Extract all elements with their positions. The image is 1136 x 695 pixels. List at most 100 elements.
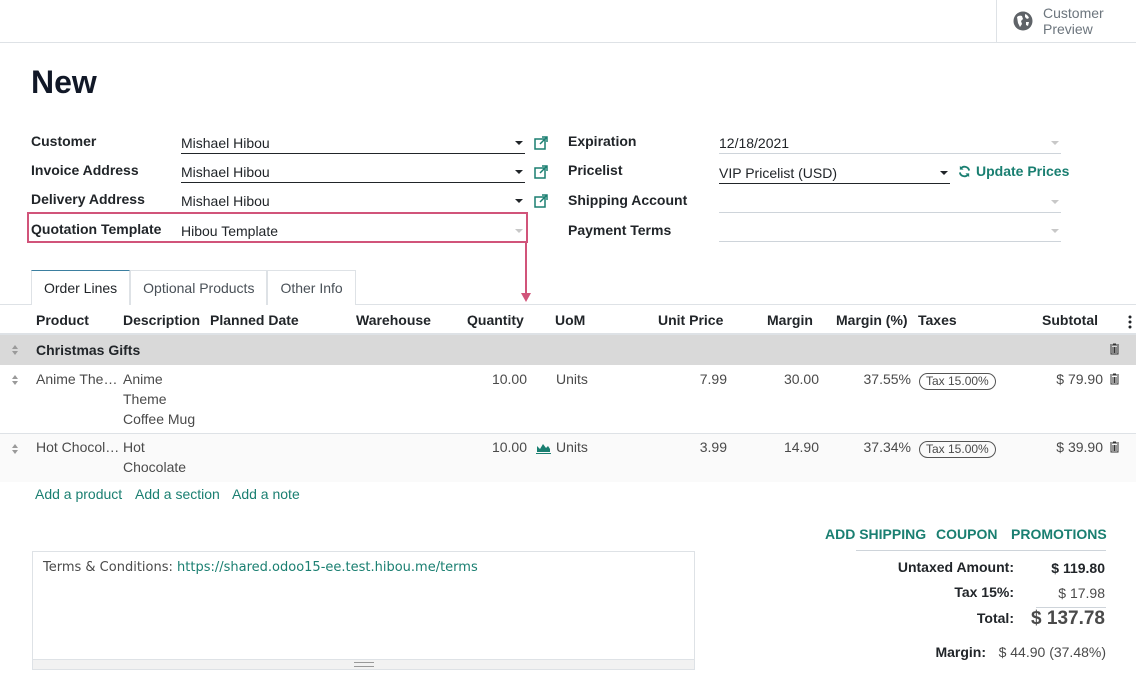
section-row[interactable]: Christmas Gifts [0, 335, 1136, 365]
external-link-icon[interactable] [534, 165, 548, 179]
update-prices-button[interactable]: Update Prices [958, 163, 1069, 179]
chevron-down-icon[interactable] [940, 171, 948, 175]
drag-handle-icon[interactable] [11, 443, 19, 455]
tab-optional-products[interactable]: Optional Products [130, 270, 268, 305]
column-header-subtotal[interactable]: Subtotal [1042, 312, 1098, 328]
add-shipping-button[interactable]: ADD SHIPPING [825, 526, 926, 542]
customer-preview-label-2: Preview [1043, 21, 1093, 37]
total-label: Total: [976, 610, 1014, 626]
column-header-unit-price[interactable]: Unit Price [658, 312, 723, 328]
optional-columns-icon[interactable] [1128, 315, 1132, 329]
margin-value: $ 44.90 (37.48%) [998, 644, 1106, 660]
tax-badge: Tax 15.00% [919, 373, 996, 390]
untaxed-amount-value: $ 119.80 [1051, 560, 1105, 576]
chevron-down-icon[interactable] [515, 141, 523, 145]
line-margin: 30.00 [783, 371, 819, 387]
add-section-link[interactable]: Add a section [135, 486, 220, 502]
customer-field[interactable]: Mishael Hibou [181, 132, 525, 154]
shipping-account-field[interactable] [719, 191, 1061, 213]
resize-handle[interactable] [33, 659, 694, 669]
top-bar: Customer Preview [0, 0, 1136, 43]
margin-label: Margin: [935, 644, 986, 660]
annotation-arrow-head [521, 293, 531, 302]
line-margin: 14.90 [783, 439, 819, 455]
promotions-button[interactable]: PROMOTIONS [1011, 526, 1107, 542]
trash-icon[interactable] [1109, 441, 1120, 453]
line-quantity: 10.00 [491, 371, 527, 387]
pricelist-value: VIP Pricelist (USD) [719, 165, 837, 181]
tax-value: $ 17.98 [1058, 585, 1105, 601]
chevron-down-icon[interactable] [515, 170, 523, 174]
tax-badge: Tax 15.00% [919, 441, 996, 458]
terms-conditions-editor[interactable]: Terms & Conditions: https://shared.odoo1… [32, 551, 695, 670]
payment-terms-label: Payment Terms [568, 222, 672, 238]
expiration-value: 12/18/2021 [719, 135, 790, 151]
column-header-description[interactable]: Description [123, 312, 200, 328]
expiration-field[interactable]: 12/18/2021 [719, 132, 1061, 154]
forecast-chart-icon[interactable] [536, 442, 551, 454]
tab-other-info[interactable]: Other Info [267, 270, 356, 305]
invoice-address-label: Invoice Address [31, 162, 139, 178]
column-header-taxes[interactable]: Taxes [918, 312, 957, 328]
terms-text: Terms & Conditions: https://shared.odoo1… [43, 560, 478, 575]
update-prices-label: Update Prices [976, 163, 1070, 179]
line-description-text: Coffee Mug [123, 411, 196, 427]
column-header-planned-date[interactable]: Planned Date [210, 312, 299, 328]
line-uom: Units [556, 371, 588, 387]
delivery-address-value: Mishael Hibou [181, 193, 270, 209]
line-subtotal: $ 39.90 [1056, 439, 1103, 455]
line-margin-pct: 37.55% [863, 371, 911, 387]
expiration-label: Expiration [568, 133, 637, 149]
line-unit-price: 7.99 [699, 371, 727, 387]
line-description-text: Anime [123, 371, 163, 387]
line-description: Anime Theme Coffee Mug [123, 369, 195, 429]
page-title: New [31, 64, 97, 100]
line-description-text: Hot [123, 439, 145, 455]
add-product-link[interactable]: Add a product [35, 486, 122, 502]
column-header-product[interactable]: Product [36, 312, 89, 328]
chevron-down-icon[interactable] [1051, 141, 1059, 145]
coupon-button[interactable]: COUPON [936, 526, 997, 542]
column-header-uom[interactable]: UoM [555, 312, 585, 328]
line-description-text: Theme [123, 391, 167, 407]
column-header-margin[interactable]: Margin [767, 312, 813, 328]
trash-icon[interactable] [1109, 373, 1120, 385]
table-row[interactable]: Hot Chocol… Hot Chocolate 10.00 Units 3.… [0, 434, 1136, 482]
column-header-quantity[interactable]: Quantity [467, 312, 524, 328]
pricelist-field[interactable]: VIP Pricelist (USD) [719, 162, 950, 184]
table-row[interactable]: Anime The… Anime Theme Coffee Mug 10.00 … [0, 365, 1136, 434]
external-link-icon[interactable] [534, 194, 548, 208]
column-header-warehouse[interactable]: Warehouse [356, 312, 431, 328]
grip-icon [354, 662, 374, 667]
pricelist-label: Pricelist [568, 162, 623, 178]
invoice-address-field[interactable]: Mishael Hibou [181, 161, 525, 183]
column-header-margin-pct[interactable]: Margin (%) [836, 312, 908, 328]
tab-order-lines[interactable]: Order Lines [31, 270, 131, 305]
trash-icon[interactable] [1109, 343, 1120, 355]
line-margin-pct: 37.34% [863, 439, 911, 455]
add-note-link[interactable]: Add a note [232, 486, 300, 502]
customer-preview-button[interactable]: Customer Preview [996, 0, 1136, 42]
customer-value: Mishael Hibou [181, 135, 270, 151]
shipping-account-label: Shipping Account [568, 192, 688, 208]
external-link-icon[interactable] [534, 136, 548, 150]
globe-icon [1013, 11, 1033, 31]
customer-label: Customer [31, 133, 97, 149]
delivery-address-label: Delivery Address [31, 191, 145, 207]
customer-preview-label-1: Customer [1043, 5, 1104, 21]
terms-url-link[interactable]: https://shared.odoo15-ee.test.hibou.me/t… [177, 560, 478, 575]
line-uom: Units [556, 439, 588, 455]
drag-handle-icon[interactable] [11, 374, 19, 386]
payment-terms-field[interactable] [719, 220, 1061, 242]
chevron-down-icon[interactable] [1051, 200, 1059, 204]
order-lines-header: Product Description Planned Date Warehou… [0, 305, 1136, 335]
annotation-arrow-line [525, 243, 527, 294]
line-unit-price: 3.99 [699, 439, 727, 455]
line-product: Hot Chocol… [36, 439, 120, 455]
tabs: Order Lines Optional Products Other Info [31, 270, 356, 305]
chevron-down-icon[interactable] [515, 199, 523, 203]
chevron-down-icon[interactable] [1051, 229, 1059, 233]
drag-handle-icon[interactable] [11, 344, 19, 356]
delivery-address-field[interactable]: Mishael Hibou [181, 190, 525, 212]
totals-divider [856, 550, 1106, 551]
